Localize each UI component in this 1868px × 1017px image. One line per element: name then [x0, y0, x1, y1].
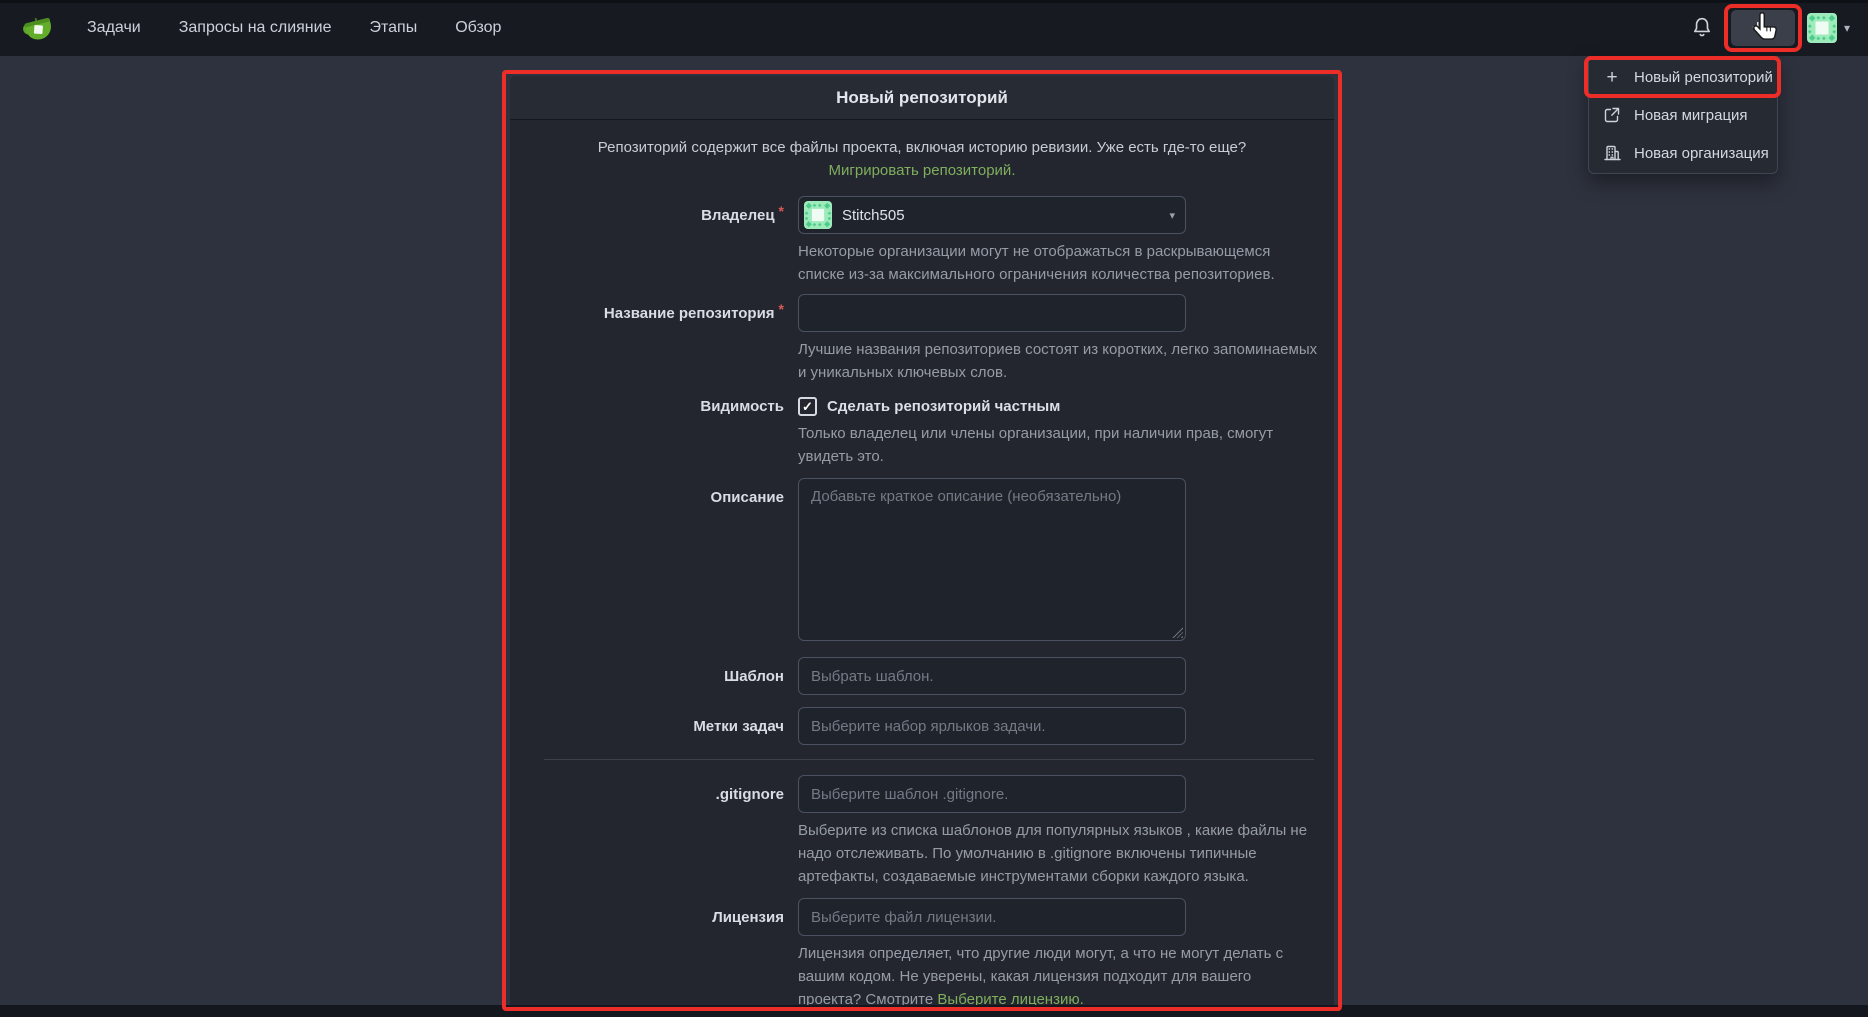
owner-select[interactable]: Stitch505 ▾ — [798, 196, 1186, 234]
gitignore-help: Выберите из списка шаблонов для популярн… — [798, 819, 1318, 888]
window-top-edge — [0, 0, 1868, 3]
nav-link-milestones[interactable]: Этапы — [350, 0, 436, 56]
user-menu[interactable]: ▾ — [1807, 13, 1850, 43]
visibility-help: Только владелец или члены организации, п… — [798, 422, 1318, 468]
notifications-bell-icon[interactable] — [1691, 16, 1713, 40]
issue-labels-label: Метки задач — [510, 707, 798, 745]
description-label: Описание — [510, 478, 798, 641]
repo-name-input[interactable] — [798, 294, 1186, 332]
license-label: Лицензия — [510, 898, 798, 1011]
owner-help: Некоторые организации могут не отображат… — [798, 240, 1318, 286]
repo-name-label: Название репозитория* — [510, 294, 798, 384]
field-license: Лицензия Лицензия определяет, что другие… — [510, 898, 1334, 1011]
bottom-window-edge — [0, 1005, 1868, 1017]
issue-labels-select[interactable] — [798, 707, 1186, 745]
nav-link-issues[interactable]: Задачи — [68, 0, 160, 56]
visibility-label: Видимость — [510, 396, 798, 468]
field-template: Шаблон — [510, 657, 1334, 695]
menu-item-label: Новая миграция — [1634, 107, 1748, 124]
license-help: Лицензия определяет, что другие люди мог… — [798, 942, 1318, 1011]
form-intro: Репозиторий содержит все файлы проекта, … — [572, 136, 1272, 182]
check-icon: ✓ — [802, 399, 813, 415]
navbar: Задачи Запросы на слияние Этапы Обзор + … — [0, 0, 1868, 56]
template-label: Шаблон — [510, 657, 798, 695]
chevron-down-icon: ▾ — [1844, 21, 1850, 35]
private-checkbox-label[interactable]: Сделать репозиторий частным — [827, 398, 1060, 415]
menu-item-new-migration[interactable]: Новая миграция — [1589, 96, 1777, 134]
create-menu-dropdown: + Новый репозиторий Новая миграция Новая… — [1588, 56, 1778, 174]
gitignore-select[interactable] — [798, 775, 1186, 813]
field-repo-name: Название репозитория* Лучшие названия ре… — [510, 294, 1334, 384]
form-body: Репозиторий содержит все файлы проекта, … — [510, 120, 1334, 1011]
gitea-logo-icon[interactable] — [20, 9, 58, 47]
required-marker: * — [779, 301, 784, 317]
form-title: Новый репозиторий — [510, 76, 1334, 120]
license-select[interactable] — [798, 898, 1186, 936]
navbar-right: + ▾ ▾ — [1691, 10, 1850, 46]
description-textarea[interactable] — [798, 478, 1186, 641]
owner-avatar — [804, 201, 832, 229]
organization-icon — [1603, 144, 1621, 162]
field-owner: Владелец* — [510, 196, 1334, 286]
owner-label: Владелец* — [510, 196, 798, 286]
user-avatar — [1807, 13, 1837, 43]
plus-icon: + — [1603, 68, 1621, 86]
chevron-down-icon: ▾ — [1769, 22, 1775, 35]
field-visibility: Видимость ✓ Сделать репозиторий частным … — [510, 396, 1334, 468]
migrate-icon — [1603, 106, 1621, 124]
menu-item-label: Новая организация — [1634, 145, 1769, 162]
private-checkbox[interactable]: ✓ — [798, 397, 817, 416]
field-gitignore: .gitignore Выберите из списка шаблонов д… — [510, 775, 1334, 888]
field-issue-labels: Метки задач — [510, 707, 1334, 745]
create-new-button[interactable]: + ▾ — [1731, 10, 1795, 46]
nav-links: Задачи Запросы на слияние Этапы Обзор — [68, 0, 520, 56]
repo-name-help: Лучшие названия репозиториев состоят из … — [798, 338, 1318, 384]
menu-item-new-organization[interactable]: Новая организация — [1589, 134, 1777, 172]
template-select[interactable] — [798, 657, 1186, 695]
field-description: Описание — [510, 478, 1334, 641]
menu-item-new-repository[interactable]: + Новый репозиторий — [1589, 58, 1777, 96]
chevron-down-icon: ▾ — [1169, 209, 1175, 222]
menu-item-label: Новый репозиторий — [1634, 69, 1773, 86]
required-marker: * — [779, 203, 784, 219]
intro-text: Репозиторий содержит все файлы проекта, … — [598, 139, 1246, 156]
nav-link-explore[interactable]: Обзор — [436, 0, 520, 56]
migrate-repository-link[interactable]: Мигрировать репозиторий. — [829, 162, 1016, 179]
nav-link-pull-requests[interactable]: Запросы на слияние — [160, 0, 351, 56]
plus-icon: + — [1752, 18, 1764, 38]
owner-selected-value: Stitch505 — [842, 207, 905, 224]
section-divider — [544, 759, 1314, 760]
gitignore-label: .gitignore — [510, 775, 798, 888]
new-repository-form: Новый репозиторий Репозиторий содержит в… — [510, 76, 1334, 1017]
